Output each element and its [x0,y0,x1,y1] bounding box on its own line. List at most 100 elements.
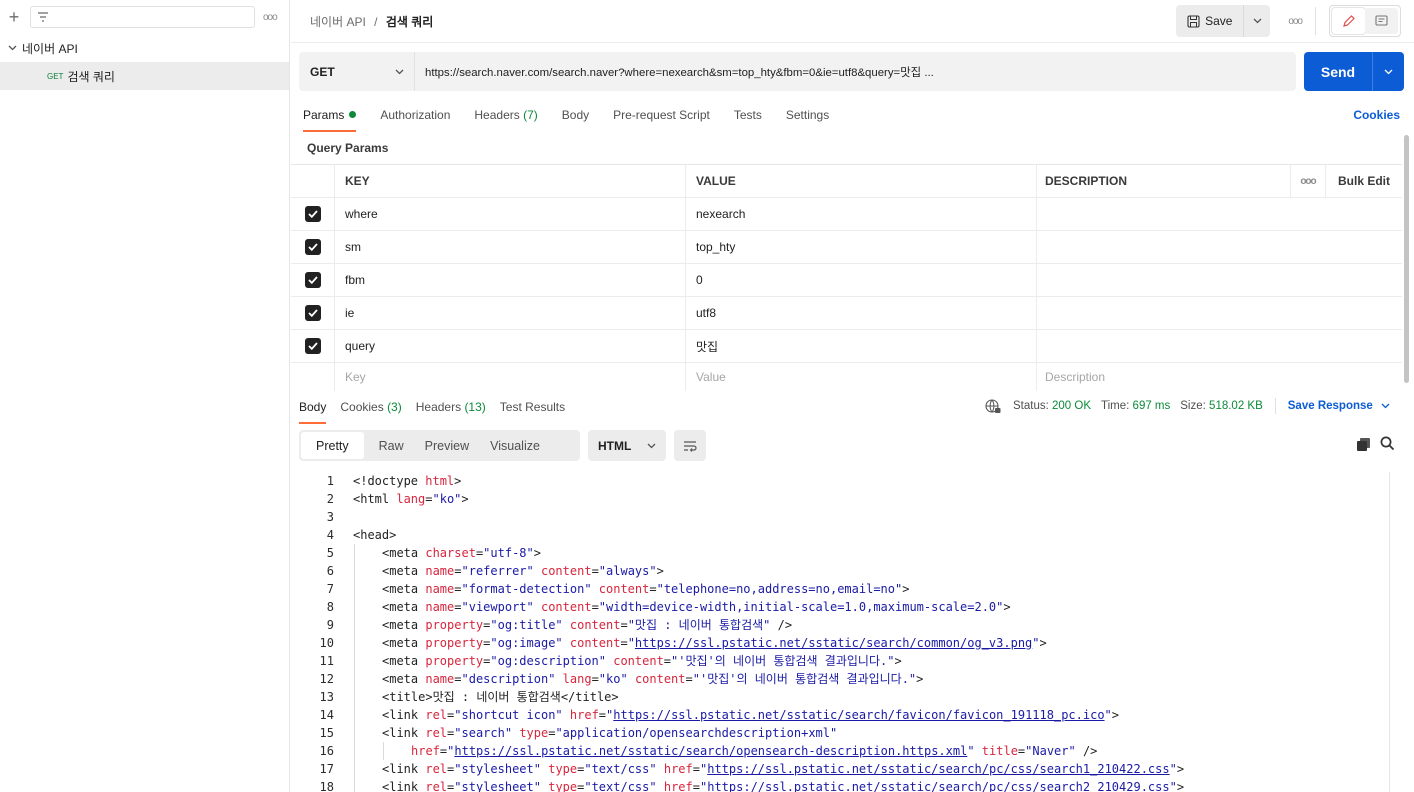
chevron-down-icon[interactable] [1381,403,1390,409]
tab-label: Authorization [380,108,451,122]
tab-authorization[interactable]: Authorization [380,103,450,128]
tab-test-results[interactable]: Test Results [500,395,565,420]
tab-response-body[interactable]: Body [299,395,327,424]
url-input[interactable]: https://search.naver.com/search.naver?wh… [415,64,934,80]
save-label: Save [1205,14,1233,28]
tab-headers[interactable]: Headers (7) [474,103,537,128]
code-token: "shortcut icon" [454,708,563,722]
new-key-input[interactable]: Key [335,363,686,391]
param-description[interactable] [1037,198,1401,230]
row-checkbox[interactable] [291,198,335,230]
code-token[interactable]: https://ssl.pstatic.net/sstatic/search/o… [454,744,967,758]
size-value[interactable]: 518.02 KB [1209,400,1263,412]
tab-body[interactable]: Body [562,103,589,128]
code-token: " [1104,708,1112,722]
param-description[interactable] [1037,231,1401,263]
format-select[interactable]: HTML [588,430,666,461]
new-description-input[interactable]: Description [1037,363,1401,391]
new-value-input[interactable]: Value [686,363,1037,391]
code-token[interactable]: https://ssl.pstatic.net/sstatic/search/f… [613,708,1104,722]
param-value[interactable]: top_hty [686,231,1037,263]
more-options-icon[interactable]: ooo [1291,165,1326,197]
more-options-icon[interactable]: ooo [263,12,278,23]
param-key[interactable]: where [335,198,686,230]
response-tabs: Body Cookies (3) Headers (13) Test Resul… [299,395,579,424]
format-label: HTML [598,438,632,453]
code-token: type [548,762,578,776]
breadcrumb-current[interactable]: 검색 쿼리 [386,15,434,29]
active-dot-icon [349,111,357,118]
code-token: "description" [461,672,556,686]
code-line: 8 <meta name="viewport" content="width=de… [299,598,1389,616]
response-code-viewer[interactable]: 1 <!doctype html> 2 <html lang="ko"> 3 4 <head… [299,472,1389,792]
code-token[interactable]: https://ssl.pstatic.net/sstatic/search/p… [707,780,1169,792]
time-value[interactable]: 697 ms [1133,400,1171,412]
save-dropdown[interactable] [1244,16,1270,27]
param-key[interactable]: sm [335,231,686,263]
code-token[interactable]: https://ssl.pstatic.net/sstatic/search/p… [707,762,1169,776]
param-key[interactable]: fbm [335,264,686,296]
wrap-lines-button[interactable] [674,430,706,461]
code-scroll-track[interactable] [1389,472,1390,792]
checkmark-icon [304,239,321,255]
row-checkbox[interactable] [291,231,335,263]
scrollbar[interactable] [1404,135,1409,383]
edit-mode-button[interactable] [1332,8,1365,34]
send-button[interactable]: Send [1304,64,1372,80]
param-key[interactable]: query [335,330,686,362]
row-checkbox[interactable] [291,297,335,329]
indent-guide [354,598,355,616]
tab-settings[interactable]: Settings [786,103,829,128]
code-token: <meta [382,636,426,650]
tab-params[interactable]: Params [303,103,357,132]
cookies-link[interactable]: Cookies [1353,108,1400,122]
copy-icon[interactable] [1356,437,1371,452]
tab-label: Headers [415,400,462,414]
code-text: <meta name="format-detection" content="t… [336,580,909,598]
code-token: href [411,744,440,758]
code-token[interactable]: https://ssl.pstatic.net/sstatic/search/c… [635,636,1032,650]
code-line: 10 <meta property="og:image" content="htt… [299,634,1389,652]
plus-icon[interactable]: + [6,8,22,26]
tab-response-headers[interactable]: Headers (13) [416,395,486,420]
param-description[interactable] [1037,297,1401,329]
code-token: "referrer" [461,564,534,578]
column-header-key: KEY [335,165,686,197]
sidebar-filter-input[interactable] [30,6,255,28]
code-token: charset [425,546,476,560]
view-visualize[interactable]: Visualize [490,439,540,453]
globe-lock-icon[interactable] [985,398,1001,414]
view-preview[interactable]: Preview [425,439,469,453]
method-select[interactable]: GET [299,52,415,91]
empty-cell [291,363,335,391]
save-button[interactable]: Save [1176,5,1245,37]
row-checkbox[interactable] [291,330,335,362]
sidebar-collection[interactable]: 네이버 API [0,34,289,62]
line-number: 13 [319,690,334,704]
send-dropdown[interactable] [1372,52,1404,91]
breadcrumb-parent[interactable]: 네이버 API [310,15,366,29]
more-options-icon[interactable]: ooo [1288,16,1303,27]
comment-mode-button[interactable] [1365,8,1398,34]
param-value[interactable]: utf8 [686,297,1037,329]
param-value[interactable]: 0 [686,264,1037,296]
param-value[interactable]: nexearch [686,198,1037,230]
tab-response-cookies[interactable]: Cookies (3) [340,395,401,420]
code-line: 6 <meta name="referrer" content="always"> [299,562,1389,580]
tab-tests[interactable]: Tests [734,103,762,128]
sidebar-request-item[interactable]: GET 검색 쿼리 [0,62,289,90]
bulk-edit-button[interactable]: Bulk Edit [1326,165,1402,197]
view-raw[interactable]: Raw [379,439,404,453]
param-value[interactable]: 맛집 [686,330,1037,362]
search-icon[interactable] [1380,436,1395,451]
row-checkbox[interactable] [291,264,335,296]
param-description[interactable] [1037,264,1401,296]
save-response-button[interactable]: Save Response [1288,400,1373,412]
param-key[interactable]: ie [335,297,686,329]
param-description[interactable] [1037,330,1401,362]
tab-pre-request-script[interactable]: Pre-request Script [613,103,710,128]
status-value[interactable]: 200 OK [1052,400,1091,412]
view-pretty[interactable]: Pretty [301,432,364,459]
